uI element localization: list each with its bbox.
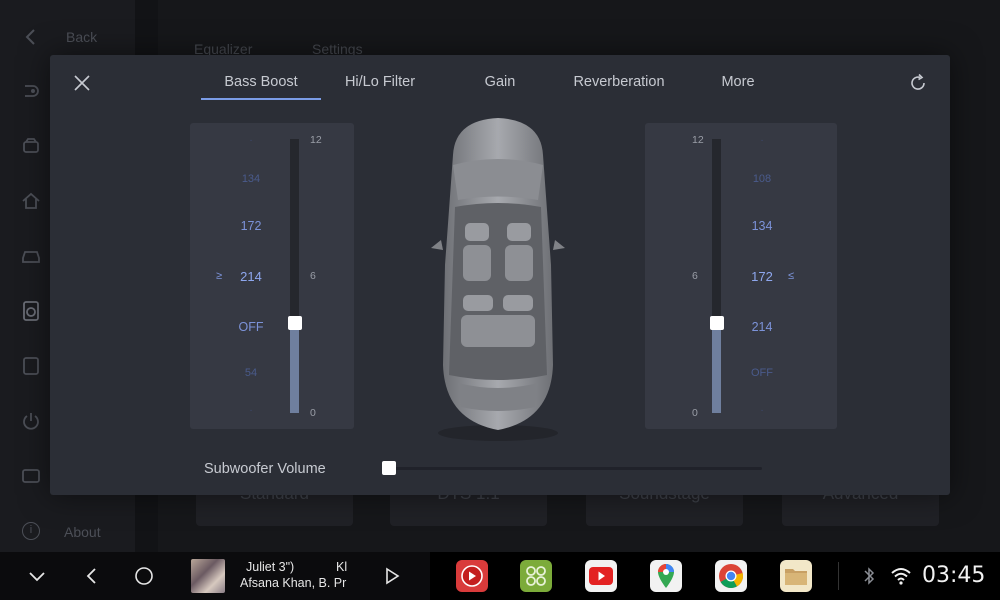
taskbar-divider	[838, 562, 839, 590]
collapse-button[interactable]	[25, 564, 49, 588]
level-slider-track[interactable]	[712, 139, 721, 413]
tab-more[interactable]: More	[678, 74, 798, 90]
youtube-music-icon[interactable]	[456, 560, 488, 592]
app-drawer-icon[interactable]	[520, 560, 552, 592]
files-icon[interactable]	[780, 560, 812, 592]
scale-mid: 6	[692, 270, 698, 282]
source-icon[interactable]	[20, 80, 42, 102]
tab-gain[interactable]: Gain	[440, 74, 560, 90]
level-slider-thumb[interactable]	[288, 316, 302, 330]
freq-label[interactable]: 108	[740, 173, 784, 185]
selected-frequency-marker: ≤	[788, 270, 795, 282]
selected-frequency-marker: ≥	[216, 270, 223, 282]
freq-faded-top: ·	[760, 135, 764, 146]
play-icon	[386, 567, 400, 585]
taskbar: Juliet 3") Kl Afsana Khan, B. Pr 03:45	[0, 552, 1000, 600]
freq-faded-bottom: ·	[760, 405, 764, 416]
tab-reverberation[interactable]: Reverberation	[559, 74, 679, 90]
scale-min: 0	[310, 407, 316, 419]
chevron-down-icon	[29, 572, 45, 582]
back-label[interactable]: Back	[66, 29, 97, 45]
bluetooth-icon	[858, 566, 880, 586]
front-bass-panel: · 134 172 ≥ 214 OFF 54 · 12 6 0	[190, 123, 354, 429]
subwoofer-volume-track[interactable]	[390, 467, 762, 470]
home-icon[interactable]	[20, 190, 42, 212]
freq-label[interactable]: 172	[229, 219, 273, 233]
bass-settings-dialog: Bass Boost Hi/Lo Filter Gain Reverberati…	[50, 55, 950, 495]
freq-faded-bottom: ·	[249, 405, 253, 416]
scale-mid: 6	[310, 270, 316, 282]
freq-label-selected[interactable]: 214	[229, 269, 273, 284]
scale-min: 0	[692, 407, 698, 419]
clock: 03:45	[922, 563, 986, 588]
back-icon	[86, 568, 96, 584]
chrome-icon[interactable]	[715, 560, 747, 592]
album-art[interactable]	[191, 559, 225, 593]
scale-max: 12	[310, 134, 322, 146]
car-top-view-image	[431, 118, 565, 441]
display-icon[interactable]	[20, 465, 42, 487]
subwoofer-volume-label: Subwoofer Volume	[204, 461, 326, 477]
freq-label-selected[interactable]: 172	[740, 269, 784, 284]
reset-button[interactable]	[907, 72, 929, 94]
subwoofer-volume-thumb[interactable]	[382, 461, 396, 475]
tab-hi-lo-filter[interactable]: Hi/Lo Filter	[320, 74, 440, 90]
now-playing-artist[interactable]: Afsana Khan, B. Pr	[240, 576, 352, 590]
home-circle-icon	[135, 567, 153, 585]
close-button[interactable]	[71, 72, 93, 94]
rear-bass-panel: 12 6 0 · 108 134 172 ≤ 214 OFF ·	[645, 123, 837, 429]
speaker-icon[interactable]	[20, 300, 42, 322]
level-slider-track[interactable]	[290, 139, 299, 413]
power-icon[interactable]	[20, 410, 42, 432]
level-slider-thumb[interactable]	[710, 316, 724, 330]
car-icon[interactable]	[20, 245, 42, 267]
play-button[interactable]	[380, 564, 404, 588]
vehicle-icon[interactable]	[20, 135, 42, 157]
back-button[interactable]	[80, 564, 104, 588]
freq-label[interactable]: 134	[740, 219, 784, 233]
freq-label[interactable]: 134	[229, 173, 273, 185]
touch-icon[interactable]	[20, 355, 42, 377]
info-icon[interactable]: i	[22, 522, 40, 540]
youtube-icon[interactable]	[585, 560, 617, 592]
maps-icon[interactable]	[650, 560, 682, 592]
back-arrow-icon[interactable]	[20, 26, 42, 48]
active-tab-indicator	[201, 98, 321, 100]
freq-faded-top: ·	[249, 135, 253, 146]
level-slider-fill	[712, 323, 721, 413]
now-playing-title-suffix[interactable]: Kl	[336, 560, 347, 574]
tab-bass-boost[interactable]: Bass Boost	[201, 74, 321, 90]
wifi-icon	[890, 566, 912, 586]
refresh-icon	[911, 73, 925, 90]
freq-label[interactable]: 214	[740, 320, 784, 334]
scale-max: 12	[692, 134, 704, 146]
about-label[interactable]: About	[64, 524, 101, 540]
screen: Back i About Equalizer Settings Stand	[0, 0, 1000, 600]
freq-label[interactable]: OFF	[229, 320, 273, 334]
close-icon	[74, 75, 90, 91]
freq-label[interactable]: OFF	[740, 367, 784, 379]
freq-label[interactable]: 54	[229, 367, 273, 379]
home-button[interactable]	[132, 564, 156, 588]
level-slider-fill	[290, 323, 299, 413]
